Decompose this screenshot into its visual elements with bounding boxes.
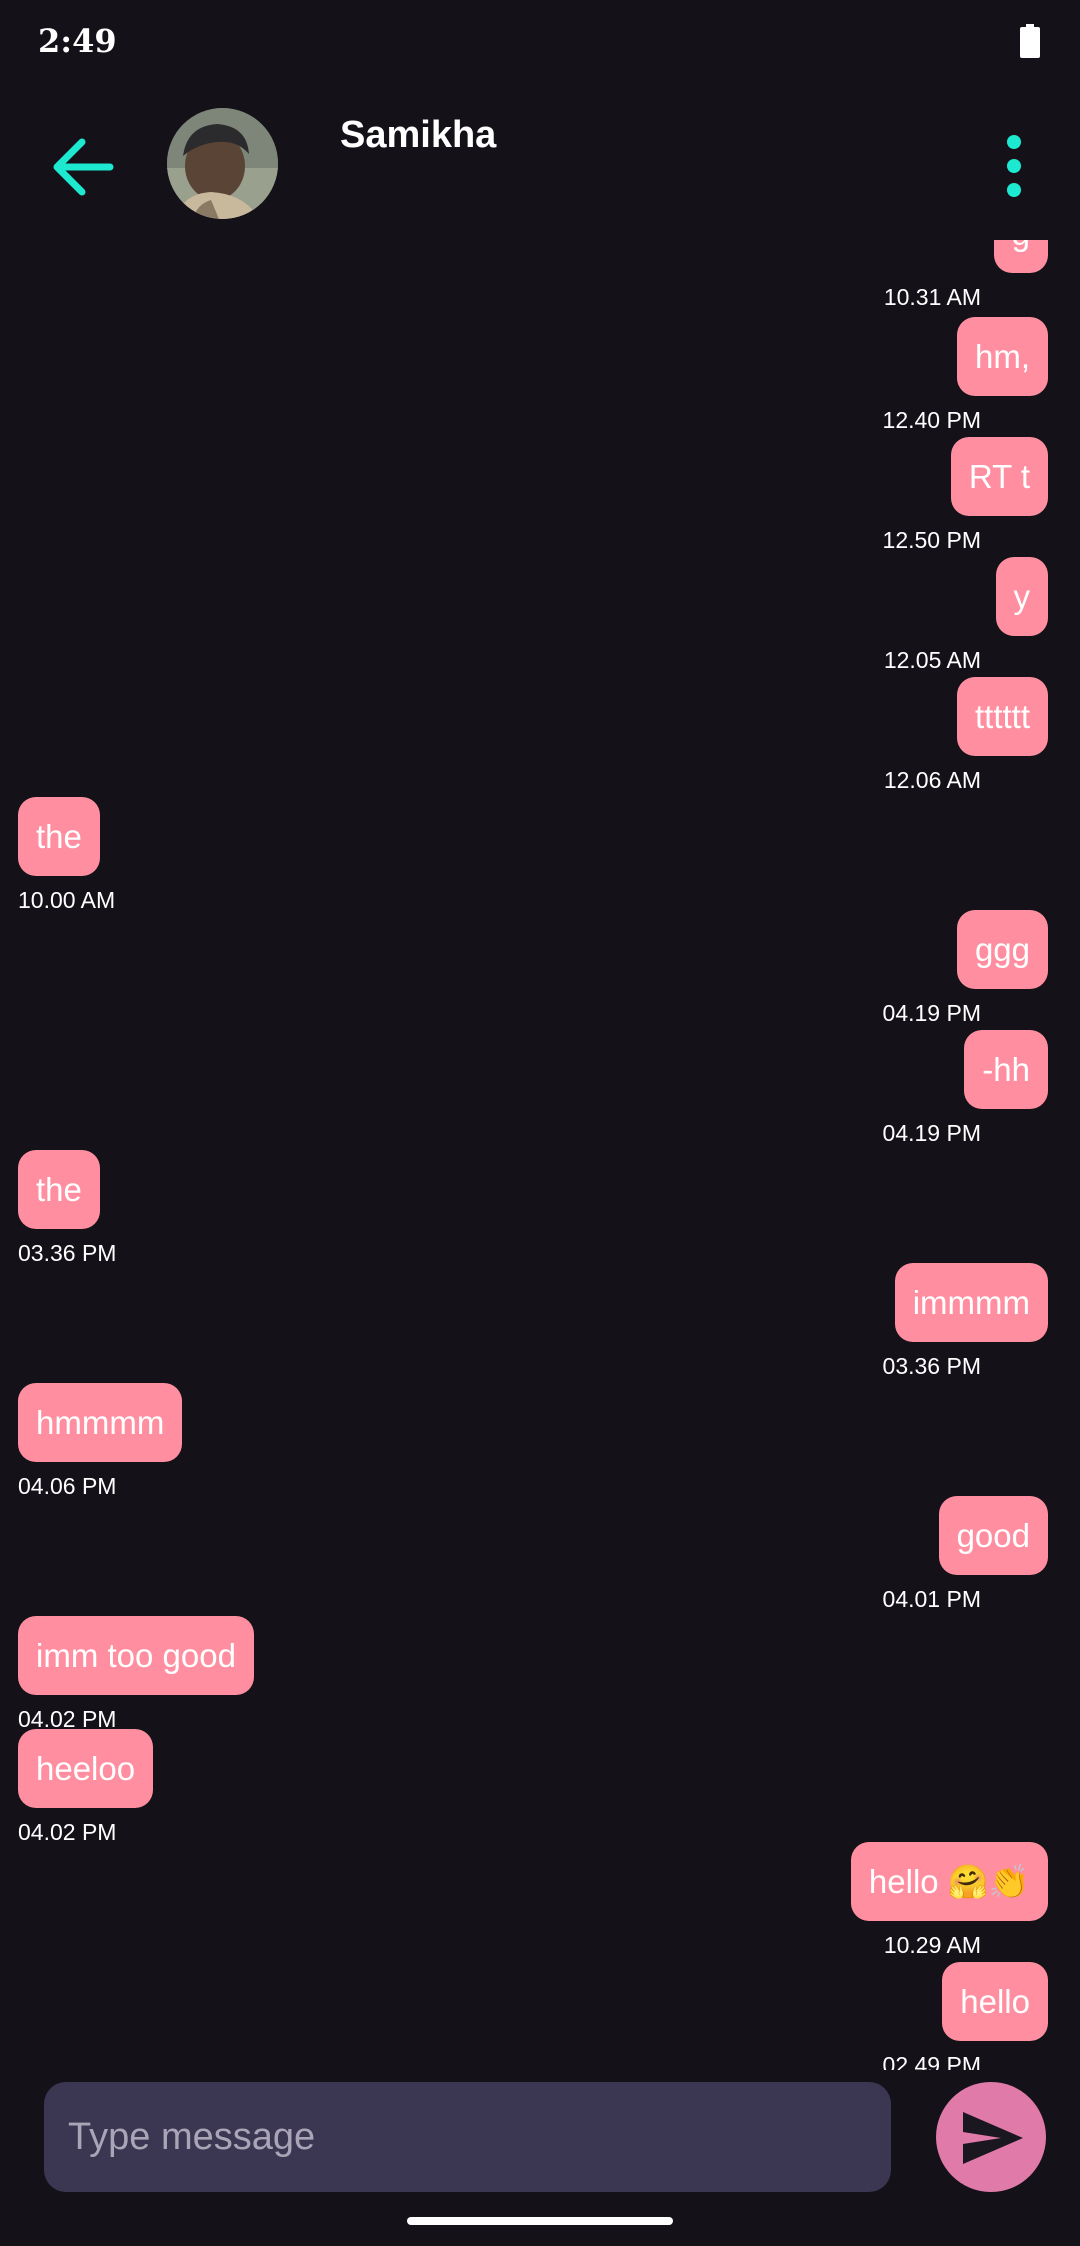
message-sent: hm, 12.40 PM <box>883 317 1048 433</box>
message-sent: immmm 03.36 PM <box>883 1263 1048 1379</box>
message-received: heeloo 04.02 PM <box>18 1729 154 1845</box>
message-time: 02.49 PM <box>882 2052 981 2070</box>
message-bubble[interactable]: the <box>18 1150 100 1229</box>
message-bubble[interactable]: g <box>993 240 1048 273</box>
message-sent: hello 02.49 PM <box>883 1962 1048 2070</box>
message-bubble[interactable]: hello 🤗👏 <box>850 1842 1048 1921</box>
message-time: 04.02 PM <box>18 1819 117 1845</box>
message-bubble[interactable]: imm too good <box>18 1616 254 1695</box>
message-sent: hello 🤗👏 10.29 AM <box>850 1842 1048 1958</box>
message-time: 03.36 PM <box>882 1353 981 1379</box>
message-sent: good 04.01 PM <box>883 1496 1048 1612</box>
message-time: 10.00 AM <box>18 887 116 913</box>
message-bubble[interactable]: hmmmm <box>18 1383 183 1462</box>
message-time: 04.06 PM <box>18 1473 117 1499</box>
message-bubble[interactable]: the <box>18 797 100 876</box>
avatar[interactable] <box>167 108 278 219</box>
battery-full-icon <box>1020 24 1040 58</box>
message-bubble[interactable]: good <box>938 1496 1048 1575</box>
status-time: 2:49 <box>38 22 117 60</box>
message-bubble[interactable]: tttttt <box>956 677 1048 756</box>
message-bubble[interactable]: immmm <box>894 1263 1048 1342</box>
message-sent: g 10.31 AM <box>884 240 1048 310</box>
message-time: 04.19 PM <box>882 1000 981 1026</box>
message-bubble[interactable]: hello <box>942 1962 1048 2041</box>
message-sent: tttttt 12.06 AM <box>884 677 1048 793</box>
message-bubble[interactable]: heeloo <box>18 1729 154 1808</box>
send-button[interactable] <box>936 2082 1046 2192</box>
message-list[interactable]: g 10.31 AM hm, 12.40 PM RT t 12.50 PM y … <box>0 240 1080 2070</box>
message-received: the 10.00 AM <box>18 797 115 913</box>
message-time: 12.05 AM <box>883 647 981 673</box>
message-received: the 03.36 PM <box>18 1150 116 1266</box>
more-vert-icon[interactable] <box>996 134 1032 198</box>
message-input[interactable] <box>44 2082 891 2192</box>
message-composer <box>44 2082 891 2192</box>
message-time: 10.31 AM <box>883 284 981 310</box>
message-received: imm too good 04.02 PM <box>18 1616 254 1732</box>
contact-name: Samikha <box>340 114 497 156</box>
arrow-back-icon[interactable] <box>48 132 118 202</box>
message-time: 10.29 AM <box>883 1932 981 1958</box>
send-icon <box>963 2112 1023 2164</box>
chat-header: Samikha <box>0 84 1080 240</box>
message-bubble[interactable]: hm, <box>956 317 1048 396</box>
message-time: 03.36 PM <box>18 1240 117 1266</box>
message-time: 12.06 AM <box>883 767 981 793</box>
message-sent: -hh 04.19 PM <box>883 1030 1048 1146</box>
message-sent: ggg 04.19 PM <box>883 910 1048 1026</box>
message-time: 12.50 PM <box>882 527 981 553</box>
message-time: 04.01 PM <box>882 1586 981 1612</box>
message-bubble[interactable]: -hh <box>964 1030 1048 1109</box>
home-indicator[interactable] <box>407 2217 673 2225</box>
profile-photo <box>167 108 278 219</box>
message-received: hmmmm 04.06 PM <box>18 1383 183 1499</box>
message-time: 04.19 PM <box>882 1120 981 1146</box>
message-bubble[interactable]: ggg <box>956 910 1048 989</box>
status-bar: 2:49 <box>0 0 1080 84</box>
message-sent: RT t 12.50 PM <box>883 437 1048 553</box>
message-time: 12.40 PM <box>882 407 981 433</box>
message-bubble[interactable]: RT t <box>950 437 1048 516</box>
message-bubble[interactable]: y <box>995 557 1048 636</box>
message-sent: y 12.05 AM <box>884 557 1048 673</box>
